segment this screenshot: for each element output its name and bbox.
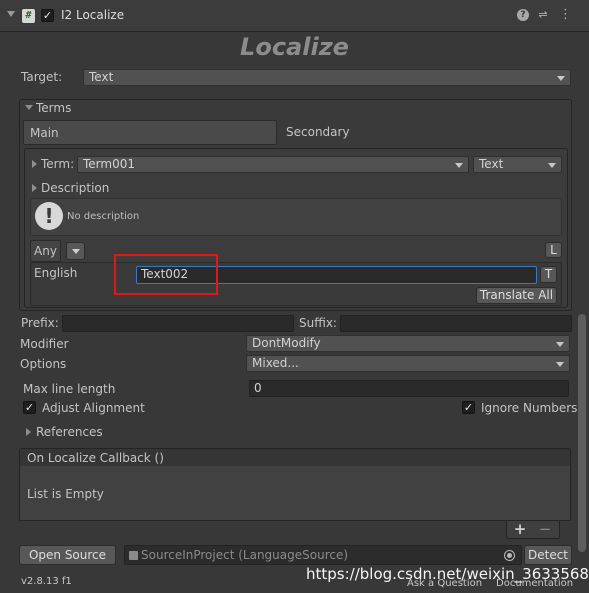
options-label: Options	[20, 357, 67, 371]
add-icon[interactable]: +	[513, 520, 527, 538]
modifier-label: Modifier	[20, 337, 69, 351]
component-title: I2 Localize	[61, 8, 125, 22]
chevron-down-icon	[556, 342, 564, 347]
filter-dropdown-button[interactable]	[66, 242, 85, 260]
callback-empty-text: List is Empty	[27, 487, 104, 501]
help-icon[interactable]: ?	[517, 9, 529, 21]
callback-header: On Localize Callback ()	[19, 448, 571, 467]
ignore-numbers-label: Ignore Numbers	[481, 401, 578, 415]
max-line-length-label: Max line length	[23, 382, 116, 396]
filter-selector[interactable]: Any	[30, 240, 61, 262]
terms-foldout-icon[interactable]	[25, 105, 33, 110]
vertical-scrollbar[interactable]	[578, 314, 586, 552]
context-menu-icon[interactable]: ⋮	[559, 8, 572, 21]
component-enabled-checkbox[interactable]: ✓	[41, 9, 54, 22]
modifier-value: DontModify	[252, 336, 321, 350]
foldout-arrow-icon[interactable]	[7, 11, 15, 17]
watermark-text: https://blog.csdn.net/weixin_36335685	[306, 565, 589, 583]
tab-secondary[interactable]: Secondary	[279, 120, 568, 145]
tab-main[interactable]: Main	[23, 120, 277, 145]
terms-section-label[interactable]: Terms	[36, 101, 71, 115]
target-dropdown[interactable]: Text	[83, 69, 571, 86]
chevron-down-icon	[557, 76, 565, 81]
target-value: Text	[89, 70, 114, 84]
language-label: English	[34, 266, 78, 280]
detect-button[interactable]: Detect	[524, 545, 572, 565]
term-type-dropdown[interactable]: Text	[473, 156, 562, 173]
adjust-alignment-label: Adjust Alignment	[42, 401, 145, 415]
info-icon: !	[35, 202, 63, 230]
prefix-input[interactable]	[62, 315, 294, 332]
max-line-length-input[interactable]: 0	[249, 380, 569, 397]
translate-t-button[interactable]: T	[540, 266, 557, 283]
translate-all-button[interactable]: Translate All	[476, 287, 557, 304]
description-label[interactable]: Description	[41, 181, 109, 195]
target-label: Target:	[21, 70, 63, 84]
references-foldout-icon[interactable]	[26, 428, 31, 436]
suffix-input[interactable]	[340, 315, 572, 332]
version-label: v2.8.13 f1	[21, 576, 72, 587]
options-dropdown[interactable]: Mixed...	[246, 355, 570, 372]
localize-title: Localize	[240, 33, 349, 61]
callback-list: List is Empty	[19, 466, 571, 521]
term-type-value: Text	[479, 157, 504, 171]
description-foldout-icon[interactable]	[32, 184, 37, 192]
references-label[interactable]: References	[36, 425, 103, 439]
options-value: Mixed...	[252, 356, 299, 370]
term-value: Term001	[83, 157, 135, 171]
description-text: No description	[67, 211, 140, 222]
language-source-asset-icon	[129, 551, 138, 560]
term-foldout-icon[interactable]	[32, 160, 37, 168]
language-source-field[interactable]: SourceInProject (LanguageSource)	[124, 545, 522, 565]
language-source-value: SourceInProject (LanguageSource)	[141, 548, 349, 562]
lang-toggle-button[interactable]: L	[545, 242, 562, 258]
remove-icon[interactable]: −	[538, 520, 552, 538]
term-dropdown[interactable]: Term001	[77, 156, 469, 173]
term-label: Term:	[41, 157, 75, 171]
max-line-length-value: 0	[254, 381, 262, 395]
prefix-label: Prefix:	[21, 316, 59, 330]
chevron-down-icon	[455, 163, 463, 168]
filter-value: Any	[34, 244, 57, 258]
script-icon: #	[22, 9, 35, 23]
modifier-dropdown[interactable]: DontModify	[246, 335, 570, 352]
tab-secondary-label: Secondary	[286, 125, 350, 139]
suffix-label: Suffix:	[299, 316, 337, 330]
open-source-button[interactable]: Open Source	[19, 545, 116, 565]
highlight-box	[114, 254, 218, 295]
presets-icon[interactable]: ⇌	[537, 9, 549, 21]
object-picker-icon[interactable]	[504, 550, 515, 561]
chevron-down-icon	[548, 163, 556, 168]
chevron-down-icon	[556, 362, 564, 367]
ignore-numbers-checkbox[interactable]: ✓	[462, 401, 475, 414]
callback-header-label: On Localize Callback ()	[27, 451, 164, 465]
chevron-down-icon	[72, 249, 80, 254]
tab-main-label: Main	[30, 126, 59, 140]
adjust-alignment-checkbox[interactable]: ✓	[23, 401, 36, 414]
